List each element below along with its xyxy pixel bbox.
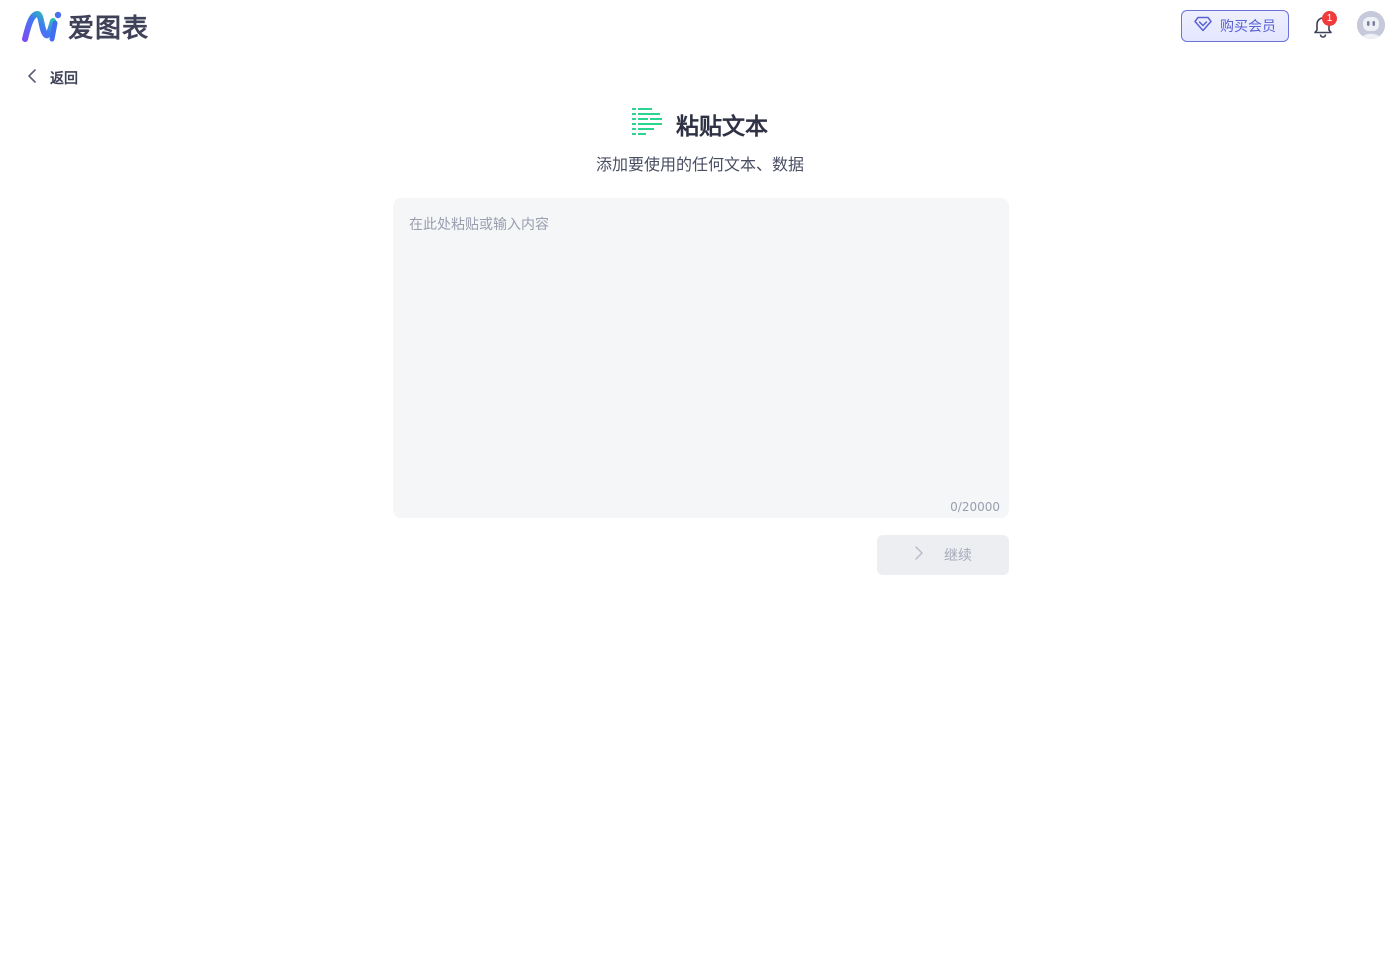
character-counter: 0/20000 bbox=[950, 500, 1000, 514]
diamond-icon bbox=[1194, 16, 1220, 36]
continue-label: 继续 bbox=[944, 548, 972, 564]
top-header: 爱图表 购买会员 1 bbox=[0, 0, 1400, 52]
page-subtitle: 添加要使用的任何文本、数据 bbox=[595, 155, 804, 174]
notification-badge: 1 bbox=[1322, 11, 1337, 26]
back-label: 返回 bbox=[50, 71, 78, 87]
chevron-left-icon bbox=[26, 68, 50, 88]
paste-text-icon bbox=[632, 106, 664, 142]
buy-membership-button[interactable]: 购买会员 bbox=[1181, 10, 1289, 42]
page-title-text: 粘贴文本 bbox=[676, 114, 768, 140]
ai-logo-icon bbox=[22, 9, 64, 43]
robot-avatar-icon bbox=[1357, 11, 1385, 39]
logo[interactable]: 爱图表 bbox=[22, 9, 150, 44]
continue-button[interactable]: 继续 bbox=[877, 535, 1009, 575]
text-input-container: 0/20000 bbox=[393, 198, 1009, 518]
page-title: 粘贴文本 bbox=[0, 104, 1400, 144]
paste-text-input[interactable] bbox=[393, 198, 1009, 518]
user-avatar[interactable] bbox=[1357, 11, 1385, 39]
chevron-right-icon bbox=[914, 545, 944, 565]
logo-text: 爱图表 bbox=[68, 13, 150, 44]
back-button[interactable]: 返回 bbox=[26, 66, 78, 90]
buy-membership-label: 购买会员 bbox=[1220, 19, 1276, 35]
